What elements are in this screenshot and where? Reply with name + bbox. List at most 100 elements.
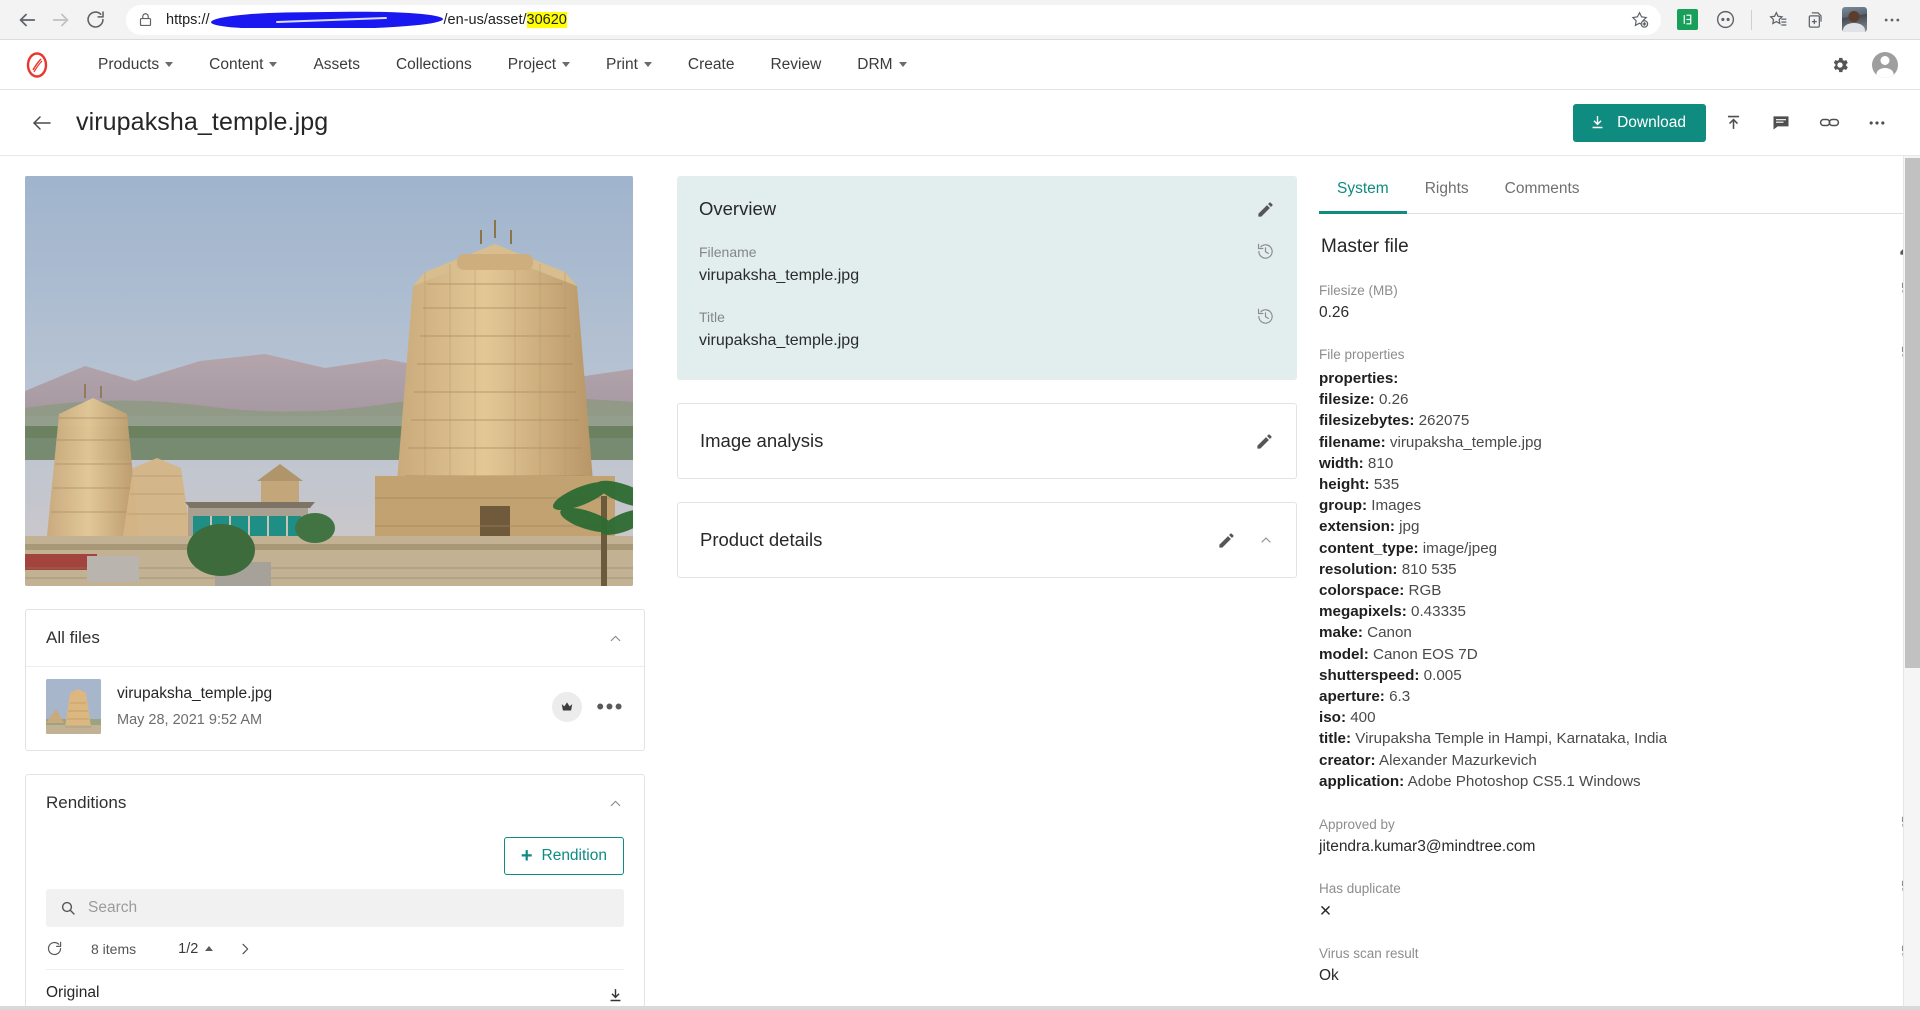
search-input[interactable]	[88, 899, 610, 917]
file-property-key: height:	[1319, 476, 1370, 494]
file-property-key: shutterspeed:	[1319, 666, 1420, 684]
table-row[interactable]: Original 810 × 535 px · JPEG · 256 KB	[46, 969, 624, 1010]
brand-logo-icon[interactable]	[22, 50, 52, 80]
renditions-header: Renditions	[26, 775, 644, 831]
file-property-value: Adobe Photoshop CS5.1 Windows	[1404, 772, 1641, 790]
chevron-right-icon[interactable]	[213, 941, 253, 957]
file-property-row: filesizebytes: 262075	[1319, 410, 1879, 431]
history-icon[interactable]	[1256, 242, 1275, 261]
overview-field-filename: Filename virupaksha_temple.jpg	[699, 242, 1275, 285]
overview-field-title: Title virupaksha_temple.jpg	[699, 307, 1275, 350]
file-property-row: megapixels: 0.43335	[1319, 601, 1879, 622]
pencil-icon[interactable]	[1256, 200, 1275, 219]
download-icon[interactable]	[607, 984, 624, 1006]
file-property-key: iso:	[1319, 709, 1347, 727]
file-property-value: 400	[1346, 709, 1376, 727]
chevron-up-icon[interactable]	[607, 630, 624, 647]
asset-preview-image[interactable]	[25, 176, 633, 586]
back-arrow-icon[interactable]	[30, 111, 54, 135]
extension-icon[interactable]	[1669, 3, 1705, 37]
page-title: virupaksha_temple.jpg	[76, 108, 329, 136]
file-property-row: iso: 400	[1319, 707, 1879, 728]
file-property-row: model: Canon EOS 7D	[1319, 644, 1879, 665]
favorites-list-icon[interactable]	[1760, 3, 1796, 37]
middle-column: Overview Filename virupaksha_temple.jpg …	[677, 176, 1297, 1010]
tab-comments[interactable]: Comments	[1487, 176, 1598, 213]
pencil-icon[interactable]	[1255, 432, 1274, 451]
nav-item-products[interactable]: Products	[80, 56, 191, 74]
file-property-row: properties:	[1319, 368, 1879, 389]
nav-item-assets[interactable]: Assets	[295, 56, 378, 74]
file-property-row: content_type: image/jpeg	[1319, 538, 1879, 559]
chevron-up-icon[interactable]	[607, 795, 624, 812]
address-bar[interactable]: https:// /en-us/asset/30620	[126, 4, 1661, 35]
more-options-icon[interactable]: •••	[596, 695, 624, 718]
history-icon[interactable]	[1256, 307, 1275, 326]
profile-avatar-icon[interactable]	[1836, 3, 1872, 37]
renditions-pager: 8 items 1/2	[46, 927, 624, 969]
nav-item-project[interactable]: Project	[490, 56, 588, 74]
file-properties-list: properties: filesize: 0.26 filesizebytes: …	[1319, 368, 1879, 792]
add-rendition-button[interactable]: + Rendition	[503, 837, 624, 875]
collections-icon[interactable]	[1798, 3, 1834, 37]
browser-back-button[interactable]	[10, 3, 44, 37]
browser-essentials-icon[interactable]	[1707, 3, 1743, 37]
copy-link-button[interactable]	[1808, 102, 1850, 144]
field-approved-by: Approved by jitendra.kumar3@mindtree.com	[1319, 816, 1919, 856]
add-favorite-star-icon[interactable]	[1630, 10, 1649, 29]
page-indicator[interactable]: 1/2	[178, 941, 214, 957]
comment-icon	[1771, 113, 1791, 133]
nav-item-collections[interactable]: Collections	[378, 56, 490, 74]
url-redacted-block	[210, 11, 443, 28]
settings-and-more-icon[interactable]	[1874, 3, 1910, 37]
file-property-key: creator:	[1319, 751, 1376, 769]
field-virus-scan: Virus scan result Ok	[1319, 945, 1919, 985]
file-property-key: megapixels:	[1319, 603, 1407, 621]
link-icon	[1819, 112, 1840, 133]
rendition-item-count: 8 items	[91, 940, 137, 957]
upload-button[interactable]	[1712, 102, 1754, 144]
image-analysis-header: Image analysis	[678, 404, 1296, 478]
horizontal-scrollbar[interactable]	[0, 1006, 1920, 1010]
all-files-card: All files virupaksha_temple.jpg May 28, …	[25, 609, 645, 751]
list-item[interactable]: virupaksha_temple.jpg May 28, 2021 9:52 …	[26, 666, 644, 750]
url-text: https:// /en-us/asset/30620	[166, 11, 567, 28]
page-scrollbar[interactable]: ▲ ▼	[1903, 156, 1920, 1010]
nav-item-print[interactable]: Print	[588, 56, 670, 74]
tab-label: Comments	[1504, 180, 1580, 197]
more-options-button[interactable]	[1856, 102, 1898, 144]
nav-items: Products Content Assets Collections Proj…	[80, 56, 925, 74]
field-value: 0.26	[1319, 304, 1350, 321]
rendition-search-box[interactable]	[46, 889, 624, 927]
browser-forward-button[interactable]	[44, 3, 78, 37]
chevron-down-icon	[898, 62, 907, 67]
more-options-icon	[1867, 113, 1887, 133]
browser-reload-button[interactable]	[78, 3, 112, 37]
file-property-value: Canon EOS 7D	[1368, 645, 1478, 663]
nav-item-content[interactable]: Content	[191, 56, 295, 74]
tab-system[interactable]: System	[1319, 176, 1407, 214]
pencil-icon[interactable]	[1217, 531, 1236, 550]
download-button[interactable]: Download	[1573, 103, 1706, 142]
crown-icon[interactable]	[552, 691, 583, 722]
image-analysis-panel: Image analysis	[677, 403, 1297, 479]
field-value: Ok	[1319, 967, 1339, 985]
renditions-body: + Rendition 8 items 1/2	[26, 831, 644, 1010]
nav-item-drm[interactable]: DRM	[839, 56, 924, 74]
file-property-key: make:	[1319, 624, 1363, 642]
file-property-row: aperture: 6.3	[1319, 686, 1879, 707]
file-property-key: content_type:	[1319, 539, 1419, 557]
tab-rights[interactable]: Rights	[1407, 176, 1487, 213]
file-property-row: make: Canon	[1319, 622, 1879, 643]
account-avatar-icon[interactable]	[1872, 51, 1898, 78]
refresh-icon[interactable]	[46, 940, 91, 957]
file-property-value: Canon	[1362, 624, 1412, 642]
comment-button[interactable]	[1760, 102, 1802, 144]
nav-item-create[interactable]: Create	[670, 56, 753, 74]
renditions-card: Renditions + Rendition Search 8 items 1/…	[25, 774, 645, 1010]
chevron-down-icon	[562, 62, 571, 67]
gear-icon[interactable]	[1830, 55, 1850, 75]
chevron-up-icon[interactable]	[1258, 532, 1274, 548]
scrollbar-thumb[interactable]	[1905, 158, 1920, 668]
nav-item-review[interactable]: Review	[752, 56, 839, 74]
